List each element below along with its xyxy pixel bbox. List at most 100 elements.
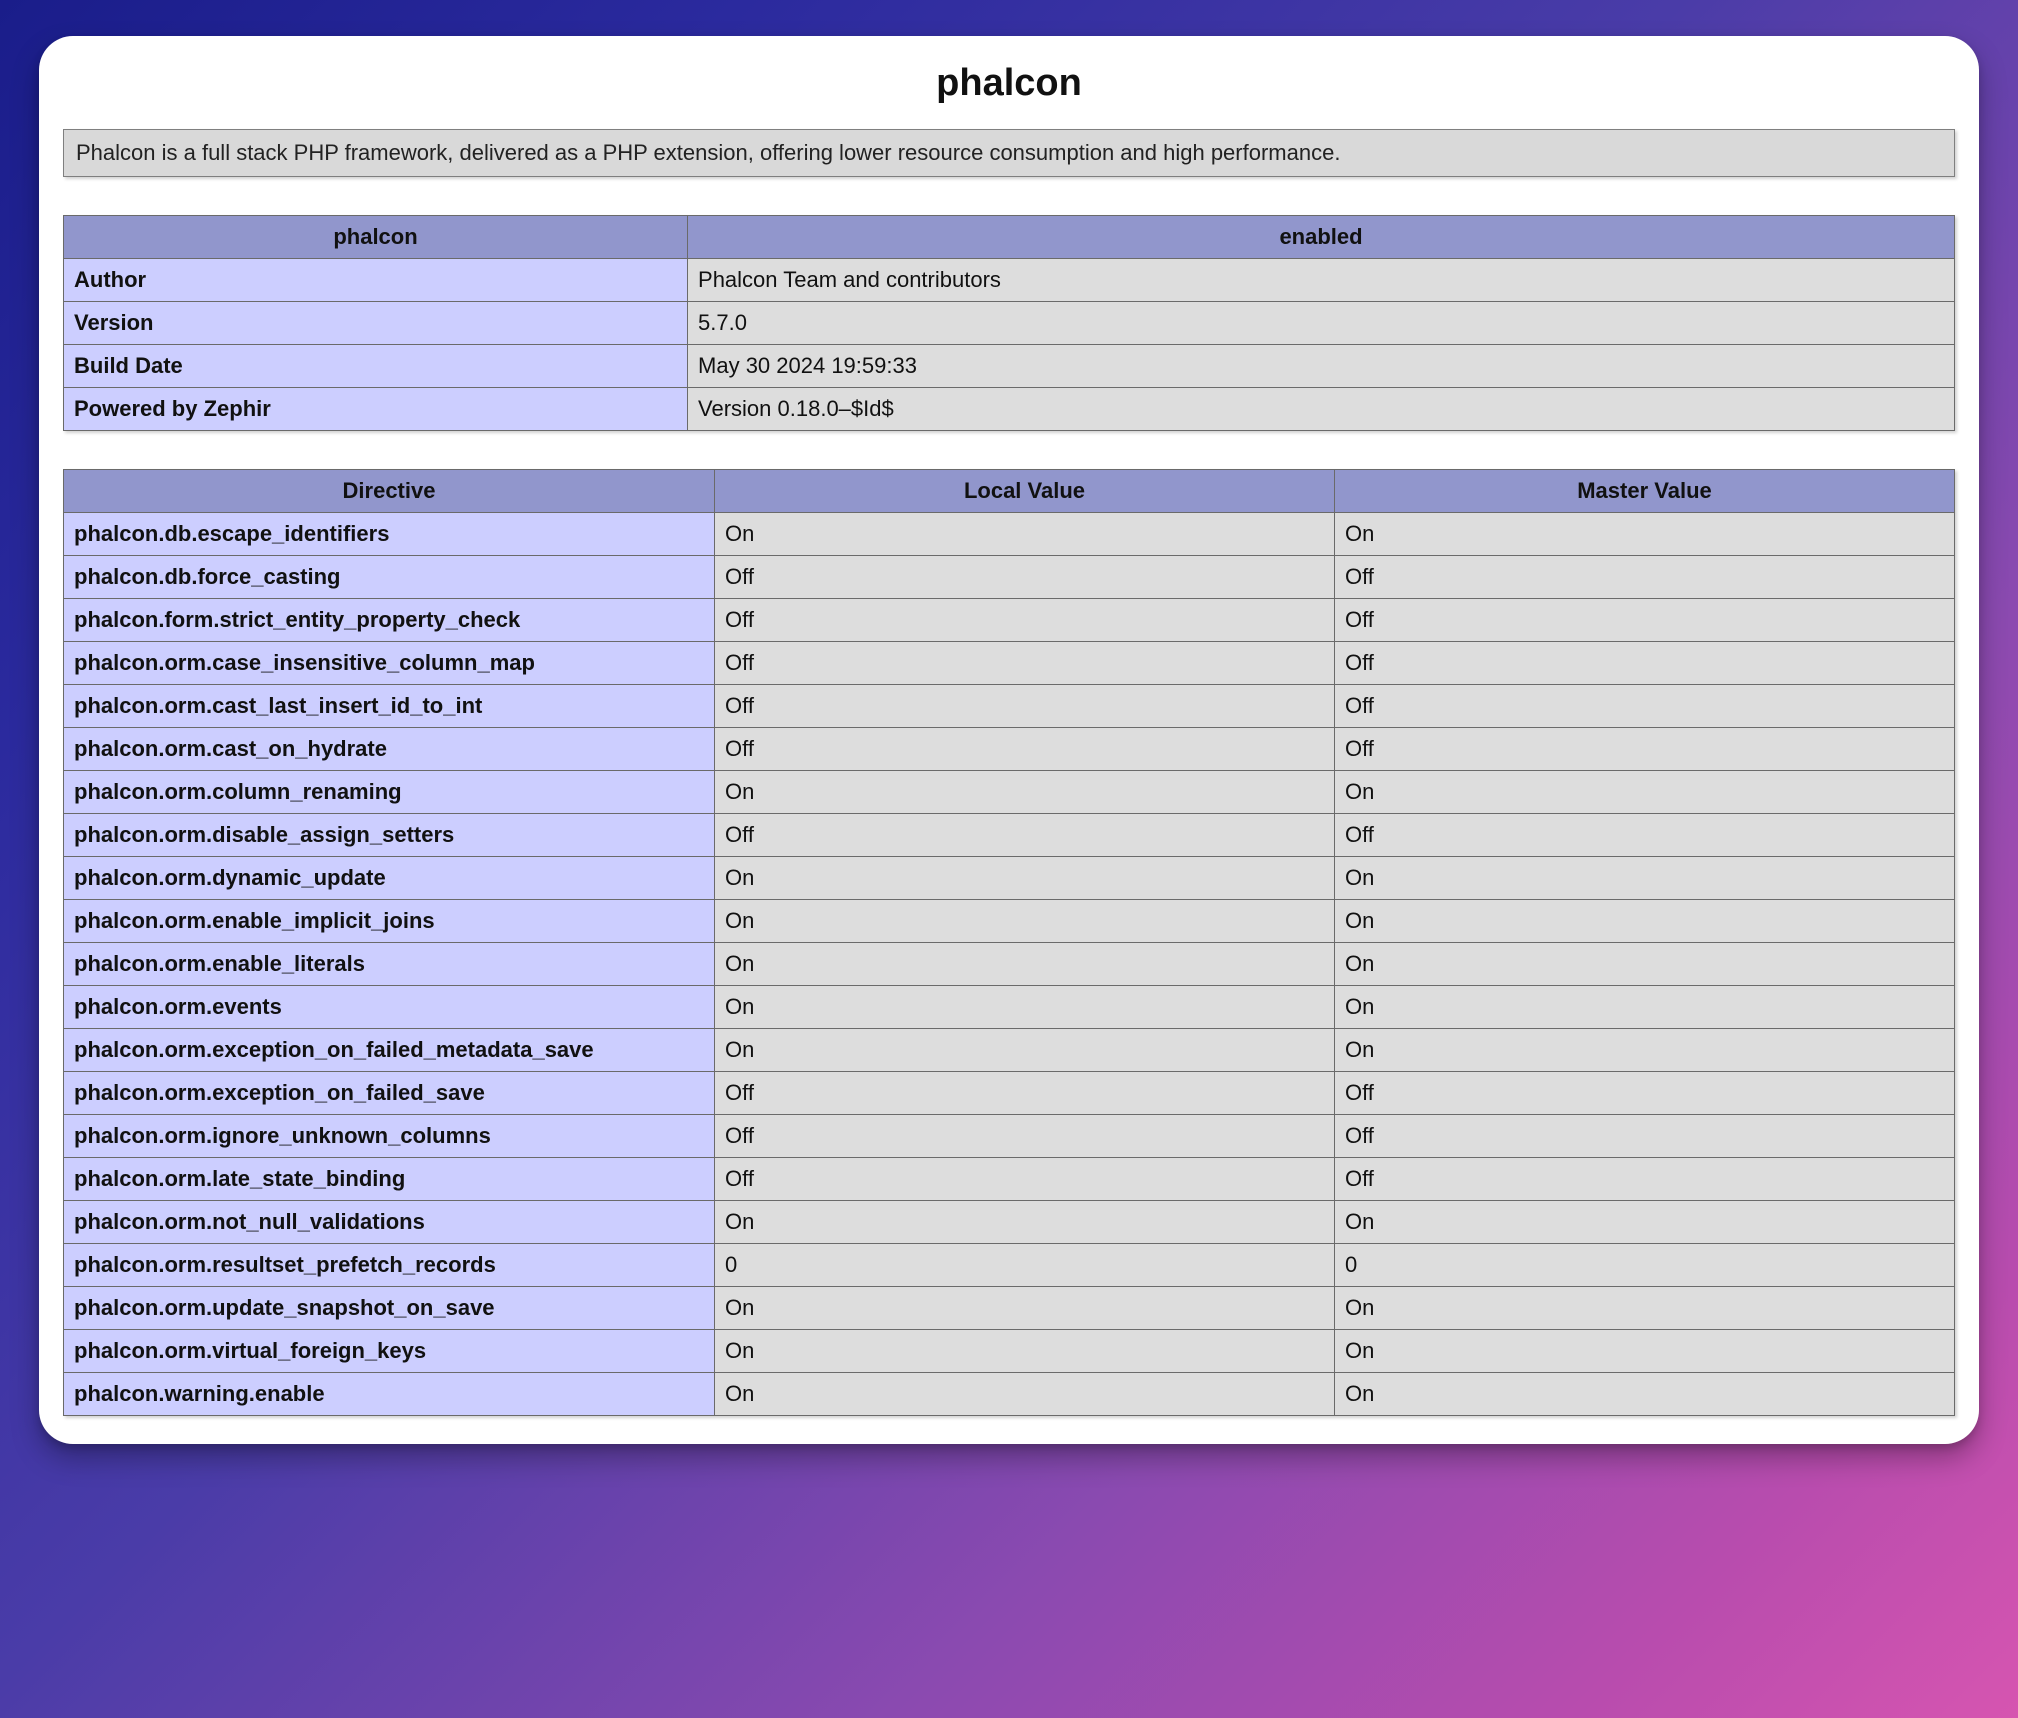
module-description: Phalcon is a full stack PHP framework, d… [63, 129, 1955, 177]
directive-master-value: On [1334, 943, 1954, 986]
directive-master-value: On [1334, 1029, 1954, 1072]
info-key: Version [64, 302, 688, 345]
directive-name: phalcon.orm.enable_implicit_joins [64, 900, 715, 943]
directive-header: Directive [64, 470, 715, 513]
directive-name: phalcon.orm.exception_on_failed_metadata… [64, 1029, 715, 1072]
info-header-row: phalcon enabled [64, 216, 1955, 259]
directive-row: phalcon.orm.exception_on_failed_saveOffO… [64, 1072, 1955, 1115]
phpinfo-card: phalcon Phalcon is a full stack PHP fram… [39, 36, 1979, 1444]
info-value: Version 0.18.0–$Id$ [688, 388, 1955, 431]
directive-local-value: On [715, 1330, 1335, 1373]
directive-master-value: Off [1334, 814, 1954, 857]
directive-local-value: 0 [715, 1244, 1335, 1287]
directive-row: phalcon.orm.late_state_bindingOffOff [64, 1158, 1955, 1201]
directive-name: phalcon.orm.virtual_foreign_keys [64, 1330, 715, 1373]
directive-name: phalcon.form.strict_entity_property_chec… [64, 599, 715, 642]
directive-name: phalcon.orm.cast_last_insert_id_to_int [64, 685, 715, 728]
directive-master-value: Off [1334, 1072, 1954, 1115]
directive-name: phalcon.db.force_casting [64, 556, 715, 599]
directive-local-value: On [715, 513, 1335, 556]
directive-row: phalcon.orm.exception_on_failed_metadata… [64, 1029, 1955, 1072]
directive-master-value: 0 [1334, 1244, 1954, 1287]
module-info-table: phalcon enabled AuthorPhalcon Team and c… [63, 215, 1955, 431]
info-row: Powered by ZephirVersion 0.18.0–$Id$ [64, 388, 1955, 431]
directive-local-value: Off [715, 1158, 1335, 1201]
directive-master-value: On [1334, 1201, 1954, 1244]
directive-name: phalcon.orm.dynamic_update [64, 857, 715, 900]
directive-local-value: On [715, 986, 1335, 1029]
directive-row: phalcon.orm.cast_on_hydrateOffOff [64, 728, 1955, 771]
directive-local-value: Off [715, 728, 1335, 771]
directive-row: phalcon.orm.dynamic_updateOnOn [64, 857, 1955, 900]
info-key: Author [64, 259, 688, 302]
directive-name: phalcon.orm.disable_assign_setters [64, 814, 715, 857]
directive-local-value: On [715, 771, 1335, 814]
directives-header-row: Directive Local Value Master Value [64, 470, 1955, 513]
directive-row: phalcon.orm.case_insensitive_column_mapO… [64, 642, 1955, 685]
directive-local-value: On [715, 1201, 1335, 1244]
directive-local-value: Off [715, 599, 1335, 642]
directive-master-value: Off [1334, 1158, 1954, 1201]
directive-master-value: On [1334, 1373, 1954, 1416]
directive-name: phalcon.orm.column_renaming [64, 771, 715, 814]
directive-master-value: On [1334, 900, 1954, 943]
directive-name: phalcon.db.escape_identifiers [64, 513, 715, 556]
directive-name: phalcon.orm.resultset_prefetch_records [64, 1244, 715, 1287]
directive-name: phalcon.orm.events [64, 986, 715, 1029]
directive-master-value: On [1334, 1287, 1954, 1330]
directive-row: phalcon.orm.update_snapshot_on_saveOnOn [64, 1287, 1955, 1330]
directive-row: phalcon.warning.enableOnOn [64, 1373, 1955, 1416]
info-header-name: phalcon [64, 216, 688, 259]
directive-master-value: Off [1334, 685, 1954, 728]
directive-local-value: Off [715, 814, 1335, 857]
local-value-header: Local Value [715, 470, 1335, 513]
directive-local-value: On [715, 1373, 1335, 1416]
directive-local-value: On [715, 1029, 1335, 1072]
directive-local-value: Off [715, 556, 1335, 599]
directive-row: phalcon.orm.column_renamingOnOn [64, 771, 1955, 814]
directive-name: phalcon.orm.exception_on_failed_save [64, 1072, 715, 1115]
directive-master-value: On [1334, 986, 1954, 1029]
directive-local-value: On [715, 943, 1335, 986]
directive-local-value: Off [715, 642, 1335, 685]
directive-row: phalcon.orm.enable_literalsOnOn [64, 943, 1955, 986]
directive-master-value: On [1334, 771, 1954, 814]
directive-row: phalcon.form.strict_entity_property_chec… [64, 599, 1955, 642]
directive-master-value: On [1334, 857, 1954, 900]
directive-local-value: Off [715, 1115, 1335, 1158]
info-row: Build DateMay 30 2024 19:59:33 [64, 345, 1955, 388]
directive-master-value: Off [1334, 556, 1954, 599]
module-title: phalcon [63, 62, 1955, 105]
directive-row: phalcon.orm.disable_assign_settersOffOff [64, 814, 1955, 857]
directive-local-value: On [715, 900, 1335, 943]
directive-master-value: Off [1334, 1115, 1954, 1158]
directive-name: phalcon.orm.update_snapshot_on_save [64, 1287, 715, 1330]
directive-master-value: Off [1334, 599, 1954, 642]
info-row: AuthorPhalcon Team and contributors [64, 259, 1955, 302]
directive-row: phalcon.orm.resultset_prefetch_records00 [64, 1244, 1955, 1287]
info-row: Version5.7.0 [64, 302, 1955, 345]
directive-name: phalcon.orm.case_insensitive_column_map [64, 642, 715, 685]
info-value: 5.7.0 [688, 302, 1955, 345]
directive-master-value: On [1334, 1330, 1954, 1373]
directive-row: phalcon.orm.cast_last_insert_id_to_int Of… [64, 685, 1955, 728]
master-value-header: Master Value [1334, 470, 1954, 513]
info-key: Build Date [64, 345, 688, 388]
directive-row: phalcon.db.escape_identifiersOnOn [64, 513, 1955, 556]
directive-local-value: On [715, 857, 1335, 900]
directive-row: phalcon.orm.not_null_validationsOnOn [64, 1201, 1955, 1244]
directive-master-value: Off [1334, 728, 1954, 771]
directive-local-value: Off [715, 1072, 1335, 1115]
directive-row: phalcon.orm.virtual_foreign_keysOnOn [64, 1330, 1955, 1373]
directive-row: phalcon.db.force_castingOffOff [64, 556, 1955, 599]
info-value: Phalcon Team and contributors [688, 259, 1955, 302]
directive-name: phalcon.orm.enable_literals [64, 943, 715, 986]
info-value: May 30 2024 19:59:33 [688, 345, 1955, 388]
info-header-status: enabled [688, 216, 1955, 259]
directive-name: phalcon.warning.enable [64, 1373, 715, 1416]
info-key: Powered by Zephir [64, 388, 688, 431]
directive-name: phalcon.orm.late_state_binding [64, 1158, 715, 1201]
directive-row: phalcon.orm.eventsOnOn [64, 986, 1955, 1029]
directive-master-value: On [1334, 513, 1954, 556]
directive-local-value: On [715, 1287, 1335, 1330]
